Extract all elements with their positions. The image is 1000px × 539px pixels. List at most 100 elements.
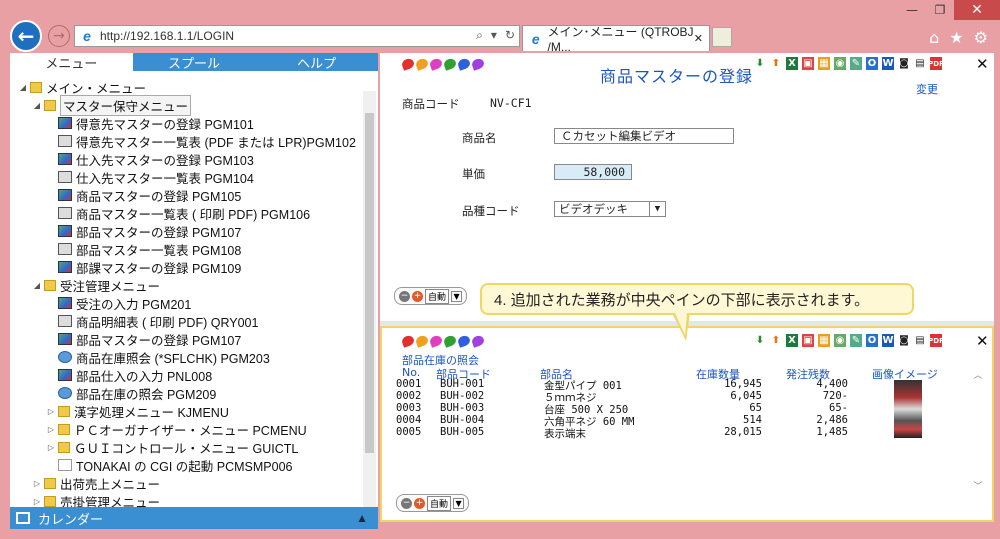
notes-icon[interactable]: ✎: [850, 57, 862, 70]
expand-toggle-icon[interactable]: ◢: [18, 83, 28, 92]
browser-navbar: ← → e http://192.168.1.1/LOGIN ⌕ ▾ ↻ e メ…: [0, 18, 1000, 54]
bottom-pane-close-icon[interactable]: ✕: [976, 332, 989, 350]
home-icon[interactable]: ⌂: [929, 28, 939, 47]
scroll-up-icon[interactable]: ︿: [972, 368, 984, 381]
tab-close-icon[interactable]: ✕: [694, 32, 703, 45]
expand-toggle-icon[interactable]: ▷: [46, 425, 56, 434]
expand-toggle-icon[interactable]: ▷: [32, 497, 42, 506]
tree-node[interactable]: 商品明細表 ( 印刷 PDF) QRY001: [10, 312, 378, 330]
color-icon[interactable]: ◉: [834, 57, 846, 70]
tree-node[interactable]: ◢ マスター保守メニュー: [10, 94, 378, 116]
zoom-dropdown[interactable]: ▼: [453, 497, 465, 509]
part-image-thumbnails[interactable]: [894, 380, 922, 438]
print-icon[interactable]: ▤: [914, 57, 926, 70]
tab-menu[interactable]: メニュー: [10, 53, 133, 71]
chevron-down-icon[interactable]: ▼: [649, 202, 665, 216]
refresh-icon[interactable]: ↻: [505, 28, 515, 43]
word-icon[interactable]: W: [882, 334, 894, 347]
expand-toggle-icon[interactable]: ◢: [32, 101, 42, 110]
expand-toggle-icon[interactable]: ◢: [32, 281, 42, 290]
tree-node[interactable]: 仕入先マスター一覧表 PGM104: [10, 168, 378, 186]
excel-icon[interactable]: X: [786, 334, 798, 347]
change-link[interactable]: 変更: [916, 81, 938, 97]
favorites-icon[interactable]: ★: [949, 28, 963, 47]
address-bar[interactable]: e http://192.168.1.1/LOGIN ⌕ ▾ ↻: [74, 25, 520, 47]
category-select[interactable]: ビデオデッキ ▼: [554, 201, 666, 217]
zoom-out-button[interactable]: −: [399, 290, 410, 302]
camera-icon[interactable]: ◙: [898, 57, 910, 70]
tree-node[interactable]: TONAKAI の CGI の起動 PCMSMP006: [10, 456, 378, 474]
menu-tree: ◢ メイン・メニュー ◢ マスター保守メニュー 得意先マスターの登録 PGM101 得意先…: [10, 71, 378, 511]
pdf-icon[interactable]: PDF: [928, 57, 944, 70]
color-icon[interactable]: ◉: [834, 334, 846, 347]
tree-node[interactable]: 部品マスターの登録 PGM107: [10, 330, 378, 348]
product-name-field[interactable]: Ｃカセット編集ビデオ: [554, 128, 734, 144]
camera-icon[interactable]: ◙: [898, 334, 910, 347]
top-pane-close-icon[interactable]: ✕: [976, 55, 989, 73]
tree-node[interactable]: 商品在庫照会 (*SFLCHK) PGM203: [10, 348, 378, 366]
print-icon[interactable]: ▤: [914, 334, 926, 347]
tree-node[interactable]: 得意先マスターの登録 PGM101: [10, 114, 378, 132]
tree-node[interactable]: ▷ ＰＣオーガナイザー・メニュー PCMENU: [10, 420, 378, 438]
tree-node[interactable]: 得意先マスター一覧表 (PDF または LPR)PGM102: [10, 132, 378, 150]
tree-node[interactable]: 部品仕入の入力 PNL008: [10, 366, 378, 384]
new-tab-button[interactable]: [712, 27, 732, 47]
zoom-in-button[interactable]: +: [414, 497, 425, 509]
search-icon[interactable]: ⌕: [476, 28, 483, 43]
tree-node[interactable]: ◢ 受注管理メニュー: [10, 276, 378, 294]
tree-node[interactable]: 部品マスター一覧表 PGM108: [10, 240, 378, 258]
tree-node[interactable]: ▷ 出荷売上メニュー: [10, 474, 378, 492]
dropdown-icon[interactable]: ▾: [491, 28, 497, 43]
collapse-icon[interactable]: ▲: [356, 511, 368, 525]
tree-node[interactable]: 商品マスターの登録 PGM105: [10, 186, 378, 204]
tree-node[interactable]: ▷ ＧＵＩコントロール・メニュー GUICTL: [10, 438, 378, 456]
notes-icon[interactable]: ✎: [850, 334, 862, 347]
tree-node[interactable]: 部課マスターの登録 PGM109: [10, 258, 378, 276]
tree-scroll-thumb[interactable]: [365, 113, 374, 453]
minimize-button[interactable]: —: [898, 0, 926, 20]
outlook-icon[interactable]: O: [866, 334, 878, 347]
tree-node[interactable]: 仕入先マスターの登録 PGM103: [10, 150, 378, 168]
price-field[interactable]: 58,000: [554, 164, 632, 180]
tree-node-label: 部品マスターの登録 PGM107: [76, 225, 242, 240]
download-icon[interactable]: ⬇: [754, 334, 766, 347]
outlook-icon[interactable]: O: [866, 57, 878, 70]
bottom-scrollbar[interactable]: ︿ ﹀: [972, 368, 984, 492]
expand-toggle-icon[interactable]: ▷: [46, 407, 56, 416]
upload-icon[interactable]: ⬆: [770, 334, 782, 347]
image-icon[interactable]: ▣: [802, 57, 814, 70]
expand-toggle-icon[interactable]: ▷: [32, 479, 42, 488]
tree-node[interactable]: ◢ メイン・メニュー: [10, 78, 378, 96]
tree-node[interactable]: ▷ 漢字処理メニュー KJMENU: [10, 402, 378, 420]
browser-tab[interactable]: e メイン･メニュー (QTROBJ /M... ✕: [522, 25, 710, 54]
excel-icon[interactable]: X: [786, 57, 798, 70]
image-icon[interactable]: ▣: [802, 334, 814, 347]
tab-help[interactable]: ヘルプ: [255, 53, 378, 71]
zoom-in-button[interactable]: +: [412, 290, 423, 302]
word-icon[interactable]: W: [882, 57, 894, 70]
calendar-bar[interactable]: カレンダー ▲: [10, 507, 378, 529]
tree-node[interactable]: 商品マスター一覧表 ( 印刷 PDF) PGM106: [10, 204, 378, 222]
upload-icon[interactable]: ⬆: [770, 57, 782, 70]
forward-button[interactable]: →: [48, 25, 70, 47]
zoom-out-button[interactable]: −: [401, 497, 412, 509]
pdf-icon[interactable]: PDF: [928, 334, 944, 347]
chart-icon[interactable]: ▦: [818, 334, 830, 347]
tree-node[interactable]: 受注の入力 PGM201: [10, 294, 378, 312]
tree-scrollbar[interactable]: [363, 91, 376, 509]
zoom-dropdown[interactable]: ▼: [451, 290, 463, 302]
expand-toggle-icon[interactable]: ▷: [46, 443, 56, 452]
close-window-button[interactable]: ✕: [954, 0, 1000, 20]
tree-node[interactable]: 部品マスターの登録 PGM107: [10, 222, 378, 240]
tree-node-label: 仕入先マスター一覧表 PGM104: [76, 171, 254, 186]
settings-icon[interactable]: ⚙: [974, 28, 988, 47]
scroll-down-icon[interactable]: ﹀: [972, 479, 984, 492]
chart-icon[interactable]: ▦: [818, 57, 830, 70]
tree-node[interactable]: 部品在庫の照会 PGM209: [10, 384, 378, 402]
table-row[interactable]: 0005 BUH-005 表示端末 28,015 1,485: [396, 426, 848, 441]
product-code-label: 商品コード: [402, 97, 460, 111]
back-button[interactable]: ←: [10, 20, 42, 52]
restore-button[interactable]: ❐: [926, 0, 954, 20]
download-icon[interactable]: ⬇: [754, 57, 766, 70]
tab-spool[interactable]: スプール: [133, 53, 256, 71]
